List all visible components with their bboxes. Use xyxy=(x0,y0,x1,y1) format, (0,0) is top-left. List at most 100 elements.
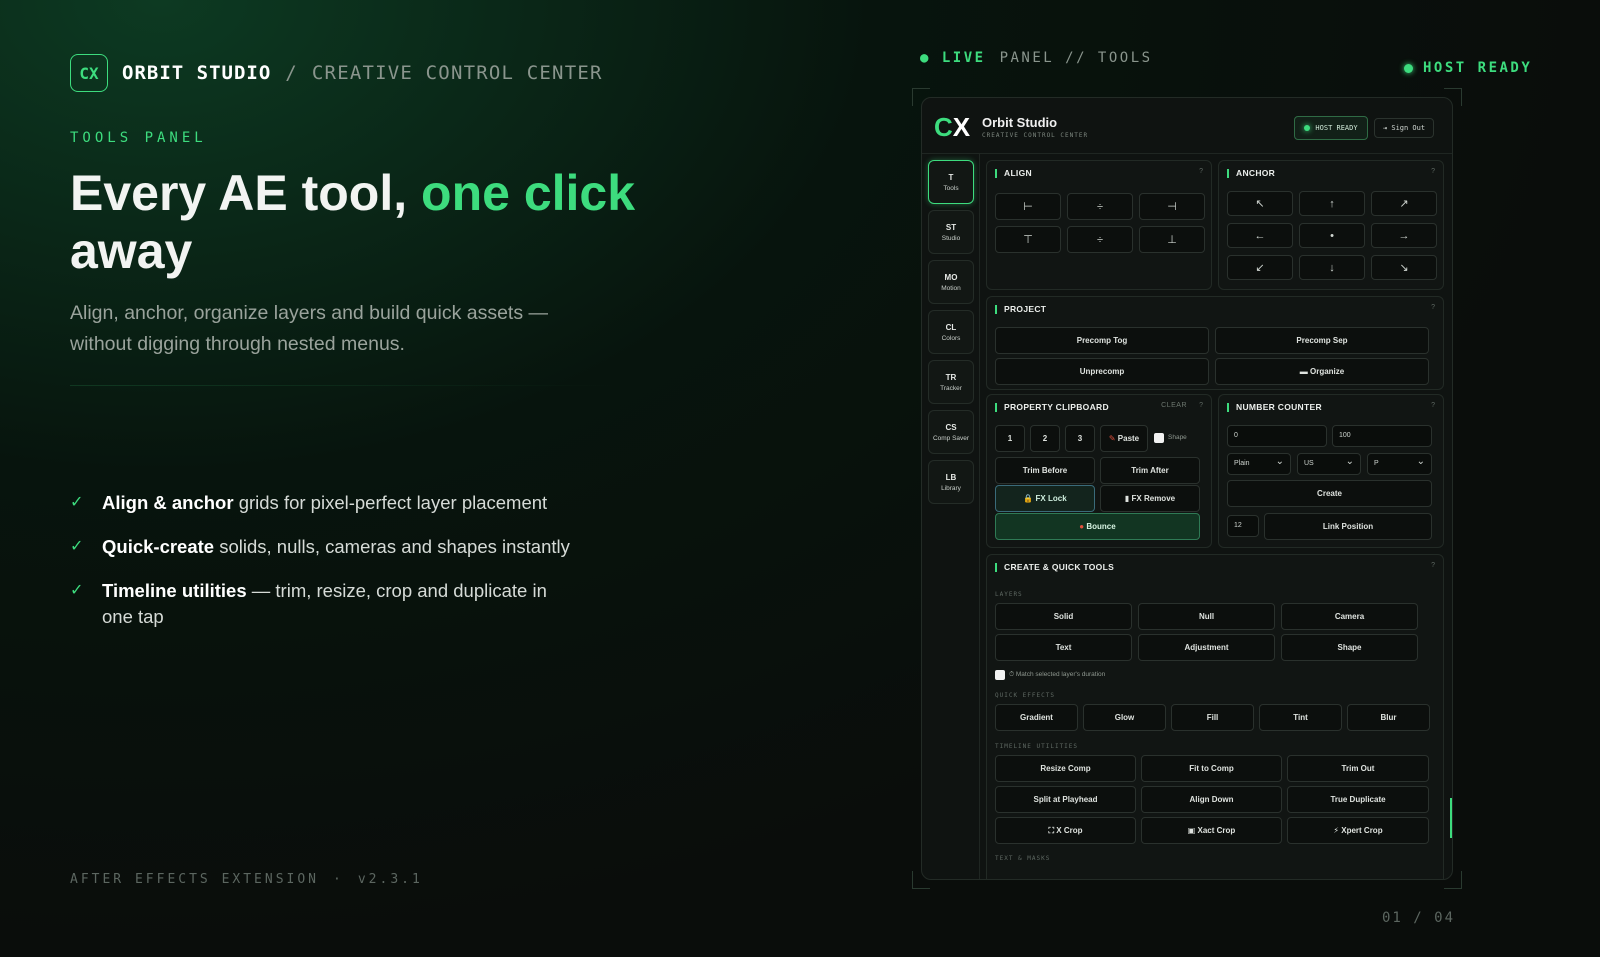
clipboard-slot-3[interactable]: 3 xyxy=(1065,425,1095,452)
rail-code: TR xyxy=(945,372,957,382)
precomp-tog-button[interactable]: Precomp Tog xyxy=(995,327,1209,354)
create-counter-button[interactable]: Create xyxy=(1227,480,1432,507)
rail-tab-studio[interactable]: ST Studio xyxy=(928,210,974,254)
xact-crop-button[interactable]: ▣ Xact Crop xyxy=(1141,817,1282,844)
organize-button[interactable]: ▬ Organize xyxy=(1215,358,1429,385)
rail-tab-colors[interactable]: CL Colors xyxy=(928,310,974,354)
anchor-top-right-button[interactable]: ↗ xyxy=(1371,191,1437,216)
anchor-bottom-right-button[interactable]: ↘ xyxy=(1371,255,1437,280)
counter-from-input[interactable]: 0 xyxy=(1227,425,1327,447)
anchor-right-button[interactable]: → xyxy=(1371,223,1437,248)
feature-item: ✓ Quick-create solids, nulls, cameras and… xyxy=(70,534,580,560)
brand-separator: / xyxy=(285,62,298,84)
trim-after-button[interactable]: Trim After xyxy=(1100,457,1200,484)
clear-link[interactable]: CLEAR xyxy=(1161,402,1187,409)
create-camera-button[interactable]: Camera xyxy=(1281,603,1418,630)
create-adjustment-button[interactable]: Adjustment xyxy=(1138,634,1275,661)
effect-blur-button[interactable]: Blur xyxy=(1347,704,1430,731)
anchor-center-button[interactable]: • xyxy=(1299,223,1365,248)
panel-subtitle: CREATIVE CONTROL CENTER xyxy=(982,132,1089,139)
resize-comp-button[interactable]: Resize Comp xyxy=(995,755,1136,782)
effect-gradient-button[interactable]: Gradient xyxy=(995,704,1078,731)
anchor-top-left-button[interactable]: ↖ xyxy=(1227,191,1293,216)
counter-to-input[interactable]: 100 xyxy=(1332,425,1432,447)
align-left-button[interactable]: ⊢ xyxy=(995,193,1061,220)
align-bottom-button[interactable]: ⊥ xyxy=(1139,226,1205,253)
rail-code: ST xyxy=(945,222,957,232)
fx-lock-button[interactable]: 🔒 FX Lock xyxy=(995,485,1095,512)
bounce-label: Bounce xyxy=(1086,522,1116,531)
rail-tab-tools[interactable]: T Tools xyxy=(928,160,974,204)
fit-to-comp-button[interactable]: Fit to Comp xyxy=(1141,755,1282,782)
bounce-button[interactable]: ● Bounce xyxy=(995,513,1200,540)
page-indicator: 01 / 04 xyxy=(1382,910,1456,926)
clipboard-slot-2[interactable]: 2 xyxy=(1030,425,1060,452)
trim-out-button[interactable]: Trim Out xyxy=(1287,755,1429,782)
card-title: ANCHOR xyxy=(1227,169,1275,178)
headline-part-b: away xyxy=(70,223,193,279)
format-select[interactable]: Plain xyxy=(1227,453,1291,475)
panel-scrollbar[interactable] xyxy=(1450,798,1452,838)
help-icon[interactable]: ? xyxy=(1199,168,1203,175)
footer-product: AFTER EFFECTS EXTENSION xyxy=(70,872,320,887)
create-quick-tools-card: CREATE & QUICK TOOLS ? LAYERS Solid Null… xyxy=(986,554,1444,879)
host-ready-button[interactable]: HOST READY xyxy=(1294,116,1368,140)
rail-tab-comp-saver[interactable]: CS Comp Saver xyxy=(928,410,974,454)
mode-select[interactable]: P xyxy=(1367,453,1432,475)
create-shape-button[interactable]: Shape xyxy=(1281,634,1418,661)
locale-select[interactable]: US xyxy=(1297,453,1361,475)
paste-icon: ✎ xyxy=(1108,434,1116,443)
x-crop-button[interactable]: ⛶ X Crop xyxy=(995,817,1136,844)
effect-tint-button[interactable]: Tint xyxy=(1259,704,1342,731)
sign-out-button[interactable]: ⇥ Sign Out xyxy=(1374,118,1434,138)
create-text-button[interactable]: Text xyxy=(995,634,1132,661)
match-duration-label: ⏱ Match selected layer's duration xyxy=(1009,671,1106,678)
host-status: HOST READY xyxy=(1404,60,1532,76)
anchor-top-button[interactable]: ↑ xyxy=(1299,191,1365,216)
align-center-h-button[interactable]: ÷ xyxy=(1067,193,1133,220)
unprecomp-button[interactable]: Unprecomp xyxy=(995,358,1209,385)
align-right-button[interactable]: ⊣ xyxy=(1139,193,1205,220)
feature-text: solids, nulls, cameras and shapes instan… xyxy=(214,536,570,557)
panel-path: PANEL // TOOLS xyxy=(999,50,1153,66)
anchor-left-button[interactable]: ← xyxy=(1227,223,1293,248)
panel-header: CX Orbit Studio CREATIVE CONTROL CENTER … xyxy=(922,98,1452,154)
align-top-button[interactable]: ⊤ xyxy=(995,226,1061,253)
feature-strong: Quick-create xyxy=(102,536,215,557)
create-null-button[interactable]: Null xyxy=(1138,603,1275,630)
decimals-input[interactable]: 12 xyxy=(1227,515,1259,537)
effect-fill-button[interactable]: Fill xyxy=(1171,704,1254,731)
help-icon[interactable]: ? xyxy=(1199,402,1203,409)
help-icon[interactable]: ? xyxy=(1431,168,1435,175)
create-solid-button[interactable]: Solid xyxy=(995,603,1132,630)
status-dot-icon xyxy=(1404,63,1413,73)
effect-glow-button[interactable]: Glow xyxy=(1083,704,1166,731)
section-label: TIMELINE UTILITIES xyxy=(995,743,1079,750)
rail-tab-library[interactable]: LB Library xyxy=(928,460,974,504)
match-duration-checkbox[interactable] xyxy=(995,670,1005,680)
help-icon[interactable]: ? xyxy=(1431,562,1435,569)
clipboard-slot-1[interactable]: 1 xyxy=(995,425,1025,452)
paste-button[interactable]: ✎ Paste xyxy=(1100,425,1148,452)
help-icon[interactable]: ? xyxy=(1431,304,1435,311)
fx-remove-button[interactable]: ▮ FX Remove xyxy=(1100,485,1200,512)
paste-label: Paste xyxy=(1117,434,1140,443)
trim-before-button[interactable]: Trim Before xyxy=(995,457,1095,484)
precomp-sep-button[interactable]: Precomp Sep xyxy=(1215,327,1429,354)
anchor-bottom-left-button[interactable]: ↙ xyxy=(1227,255,1293,280)
xpert-crop-button[interactable]: ⚡ Xpert Crop xyxy=(1287,817,1429,844)
true-duplicate-button[interactable]: True Duplicate xyxy=(1287,786,1429,813)
align-center-v-button[interactable]: ÷ xyxy=(1067,226,1133,253)
shape-checkbox[interactable] xyxy=(1154,433,1164,443)
help-icon[interactable]: ? xyxy=(1431,402,1435,409)
rail-tab-motion[interactable]: MO Motion xyxy=(928,260,974,304)
anchor-bottom-button[interactable]: ↓ xyxy=(1299,255,1365,280)
align-down-button[interactable]: Align Down xyxy=(1141,786,1282,813)
feature-strong: Timeline utilities xyxy=(102,580,247,601)
feature-list: ✓ Align & anchor grids for pixel-perfect … xyxy=(70,490,580,648)
footer-version: v2.3.1 xyxy=(357,872,423,887)
split-at-playhead-button[interactable]: Split at Playhead xyxy=(995,786,1136,813)
card-title: PROPERTY CLIPBOARD xyxy=(995,403,1109,412)
link-position-button[interactable]: Link Position xyxy=(1264,513,1432,540)
rail-tab-tracker[interactable]: TR Tracker xyxy=(928,360,974,404)
